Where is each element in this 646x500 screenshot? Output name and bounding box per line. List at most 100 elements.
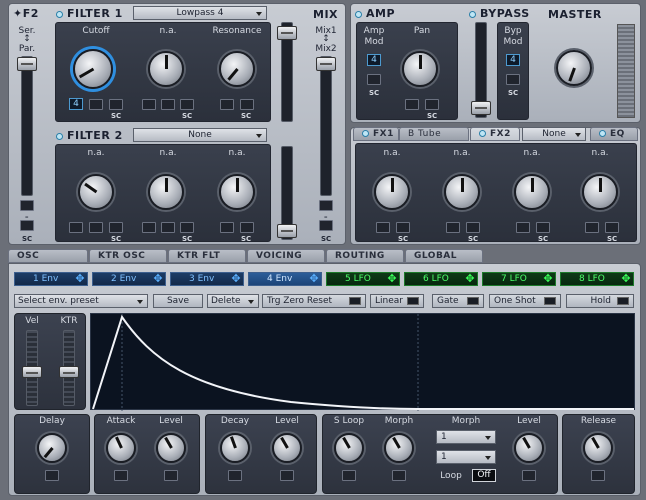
lfo-button-8[interactable]: 8 LFO ✥ [560,272,634,286]
gate-checkbox[interactable] [467,297,479,305]
filter2-slider-handle[interactable] [277,224,297,238]
mix-sc-slot[interactable] [319,220,333,231]
bypass-slider-handle[interactable] [471,101,491,115]
mix-mod-slot[interactable] [319,200,333,211]
tab-fx1[interactable]: FX1 [353,127,399,141]
eq-power-led[interactable] [599,130,606,137]
env-button-1[interactable]: 1 Env ✥ [14,272,88,286]
filter2-knob-2[interactable] [148,174,184,210]
decay-knob[interactable] [220,433,250,463]
filter2-mod-2b[interactable] [161,222,175,233]
fx-knob-1[interactable] [374,174,410,210]
release-knob[interactable] [583,433,613,463]
ser-par-slider-track[interactable] [21,56,33,196]
filter1-cutoff-sc[interactable] [109,99,123,110]
drag-cross-icon[interactable]: ✥ [386,273,398,285]
filter1-slider-handle[interactable] [277,26,297,40]
attack-level-knob[interactable] [156,433,186,463]
fx-knob-2[interactable] [444,174,480,210]
amp-power-led[interactable] [355,10,362,18]
fx-sc-1[interactable] [396,222,410,233]
fx1-power-led[interactable] [362,130,369,137]
filter2-knob-1[interactable] [78,174,114,210]
fx2-type-select[interactable]: None [522,127,586,141]
f2-sc-slot[interactable] [20,220,34,231]
ktr-slider-handle[interactable] [59,366,79,378]
bypass-sc-slot[interactable] [506,74,520,85]
fx-mod-4[interactable] [585,222,599,233]
env-button-3[interactable]: 3 Env ✥ [170,272,244,286]
lfo-button-5[interactable]: 5 LFO ✥ [326,272,400,286]
tab-ktr-osc[interactable]: KTR OSC [89,249,167,263]
tab-global[interactable]: GLOBAL [405,249,483,263]
bypass-mod-value[interactable]: 4 [506,54,520,66]
delay-knob[interactable] [37,433,67,463]
hold-checkbox[interactable] [617,297,629,305]
tab-routing[interactable]: ROUTING [326,249,404,263]
filter2-mod-1a[interactable] [69,222,83,233]
env-button-2[interactable]: 2 Env ✥ [92,272,166,286]
tab-eq[interactable]: EQ [590,127,638,141]
lfo-button-6[interactable]: 6 LFO ✥ [404,272,478,286]
loop-toggle[interactable]: Off [472,469,496,482]
fx-knob-4[interactable] [582,174,618,210]
linear-toggle[interactable]: Linear [370,294,424,308]
mix-slider-track[interactable] [320,56,332,196]
decay-level-mod-slot[interactable] [280,470,294,481]
drag-cross-icon[interactable]: ✥ [152,273,164,285]
pan-mod-1[interactable] [405,99,419,110]
drag-cross-icon[interactable]: ✥ [308,273,320,285]
fx-sc-4[interactable] [605,222,619,233]
f2-mod-slot[interactable] [20,200,34,211]
filter1-cutoff-mod2[interactable] [89,99,103,110]
env-button-4[interactable]: 4 Env ✥ [248,272,322,286]
filter2-mod-2a[interactable] [142,222,156,233]
lfo-button-7[interactable]: 7 LFO ✥ [482,272,556,286]
filter1-na-mod1[interactable] [142,99,156,110]
sloop-knob[interactable] [334,433,364,463]
filter1-res-mod1[interactable] [220,99,234,110]
filter1-na-knob[interactable] [148,51,184,87]
delete-select[interactable]: Delete [207,294,259,308]
amp-mod-value[interactable]: 4 [367,54,381,66]
decay-mod-slot[interactable] [228,470,242,481]
filter2-mod-1b[interactable] [89,222,103,233]
morph-mod-slot[interactable] [392,470,406,481]
morph-select-1[interactable]: 1 [436,430,496,444]
trg-zero-checkbox[interactable] [349,297,361,305]
fx2-power-led[interactable] [479,130,486,137]
filter2-sc-1[interactable] [109,222,123,233]
release-mod-slot[interactable] [591,470,605,481]
cutoff-knob[interactable] [73,49,113,89]
filter1-res-sc[interactable] [240,99,254,110]
hold-toggle[interactable]: Hold [566,294,634,308]
attack-level-mod-slot[interactable] [164,470,178,481]
env-preset-select[interactable]: Select env. preset [14,294,148,308]
ser-par-slider-handle[interactable] [17,57,37,71]
resonance-knob[interactable] [219,51,255,87]
drag-cross-icon[interactable]: ✥ [74,273,86,285]
filter1-type-select[interactable]: Lowpass 4 [133,6,267,20]
morph-select-2[interactable]: 1 [436,450,496,464]
filter2-mod-3a[interactable] [220,222,234,233]
fx-mod-3[interactable] [516,222,530,233]
filter2-knob-3[interactable] [219,174,255,210]
drag-cross-icon[interactable]: ✥ [464,273,476,285]
tab-osc[interactable]: OSC [8,249,88,263]
fx-sc-3[interactable] [536,222,550,233]
fx-mod-2[interactable] [446,222,460,233]
linear-checkbox[interactable] [407,297,419,305]
sloop-level-mod-slot[interactable] [522,470,536,481]
filter2-type-select[interactable]: None [133,128,267,142]
morph-knob[interactable] [384,433,414,463]
delay-mod-slot[interactable] [45,470,59,481]
drag-cross-icon[interactable]: ✥ [620,273,632,285]
filter1-cutoff-mod-value[interactable]: 4 [69,98,83,110]
filter2-power-led[interactable] [56,132,63,140]
envelope-graph[interactable] [90,313,635,411]
drag-cross-icon[interactable]: ✥ [542,273,554,285]
trg-zero-reset-toggle[interactable]: Trg Zero Reset [262,294,366,308]
vel-slider-handle[interactable] [22,366,42,378]
one-shot-toggle[interactable]: One Shot [489,294,561,308]
decay-level-knob[interactable] [272,433,302,463]
